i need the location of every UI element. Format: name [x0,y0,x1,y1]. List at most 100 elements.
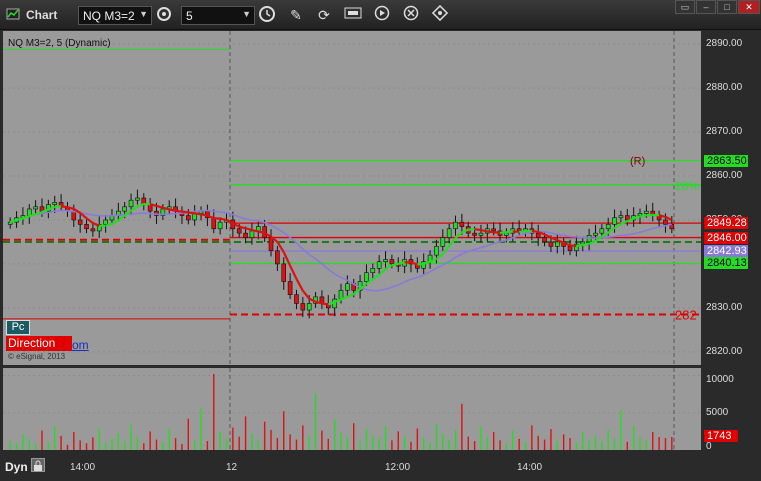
ma-fast-segment [378,267,387,276]
candle-body [275,250,280,265]
candle-body [370,268,376,274]
candle-body [243,232,248,238]
gear-icon [157,7,171,21]
minimize-button[interactable]: – [696,0,716,14]
price-tick: 2890.00 [706,38,743,50]
candle-body [472,232,477,236]
copyright-text: © eSignal, 2013 [8,352,66,361]
candle-body [128,199,134,208]
candle-body [459,221,465,227]
volume-tick: 10000 [706,374,734,385]
candle-body [663,219,668,225]
ma-fast-segment [576,243,583,247]
ma-fast-segment [372,274,380,281]
candle-body [376,261,382,269]
refresh-button[interactable]: ⟳ [314,5,334,25]
ma-fast-segment [92,222,100,227]
candle-body [504,232,509,236]
candle-body [434,246,439,256]
candle-body [294,294,299,304]
ma-fast-segment [664,215,673,221]
om-link[interactable]: om [72,338,89,352]
pc-badge[interactable]: Pc [6,320,30,335]
price-tick: 2880.00 [706,82,743,94]
lock-button[interactable] [31,458,45,472]
symbol-value: NQ M3=2 [83,9,135,23]
ma-fast-segment [391,262,399,267]
candle-body [599,228,605,234]
candle-body [122,206,127,212]
ma-fast-segment [295,278,304,292]
r-label: (R) [630,156,645,168]
candle-body [52,202,58,205]
clock-icon [259,6,275,22]
candle-body [90,228,96,232]
candle-body [624,215,630,221]
link-button[interactable] [430,4,450,25]
ma-fast-segment [639,214,647,218]
cancel-button[interactable] [401,5,421,25]
price-chart[interactable]: (R) 28% 282 [3,31,701,365]
ma-fast-segment [321,302,329,306]
play-icon [374,5,390,21]
candle-body [345,283,350,291]
candle-body [542,237,547,243]
price-flag: 2840.13 [704,257,748,270]
pencil-icon: ✎ [290,7,302,23]
direction-badge[interactable]: Direction [6,336,72,351]
ma-fast-segment [245,227,253,232]
ma-fast-segment [194,212,202,216]
maximize-button[interactable]: □ [717,0,737,14]
volume-chart[interactable] [3,368,701,450]
ma-fast-segment [289,265,298,280]
interval-value: 5 [186,9,193,23]
study-icon [344,7,362,19]
ma-fast-segment [200,213,208,217]
dynamic-label: Dyn [5,460,28,474]
candle-body [364,272,369,282]
candle-body [268,237,274,252]
play-button[interactable] [372,5,392,25]
level-label: 282 [675,307,697,322]
ma-fast-segment [385,264,393,270]
volume-flag: 1743 [704,430,738,442]
ma-fast-segment [487,230,494,234]
close-circle-icon [403,5,419,21]
ma-fast-segment [181,210,189,214]
ma-fast-segment [474,228,482,232]
candle-body [211,217,217,230]
restore-button[interactable]: ▭ [675,0,695,14]
lock-icon [34,460,42,471]
close-button[interactable]: ✕ [738,0,760,14]
symbol-settings-button[interactable] [154,5,174,25]
candle-body [605,224,611,230]
candle-body [84,224,89,230]
candle-body [103,219,108,225]
volume-pane[interactable] [3,368,701,450]
time-tick: 14:00 [517,462,543,473]
candle-body [383,259,388,263]
ma-fast-segment [251,229,259,233]
price-pane[interactable]: (R) 28% 282 [3,31,701,365]
price-flag: 2842.93 [704,245,748,258]
symbol-combobox[interactable]: NQ M3=2 ▼ [78,6,152,25]
draw-tool-button[interactable]: ✎ [286,5,306,25]
ma-fast-segment [188,211,195,215]
interval-settings-button[interactable] [257,5,277,25]
study-button[interactable] [343,5,363,25]
title-bar: Chart NQ M3=2 ▼ 5 ▼ ✎ ⟳ ▭ – □ ✕ [0,0,761,30]
ma-fast-segment [301,290,311,300]
candle-body [217,221,223,230]
time-axis[interactable] [0,452,761,481]
candle-body [287,281,293,295]
price-axis[interactable] [701,31,761,365]
price-flag: 2846.00 [704,231,748,244]
price-tick: 2830.00 [706,301,743,313]
candle-body [555,241,560,247]
minimize-icon: – [703,2,709,12]
restore-icon: ▭ [680,2,690,12]
candle-body [453,221,458,230]
interval-combobox[interactable]: 5 ▼ [181,6,255,25]
maximize-icon: □ [724,2,730,12]
price-tick: 2820.00 [706,345,743,357]
